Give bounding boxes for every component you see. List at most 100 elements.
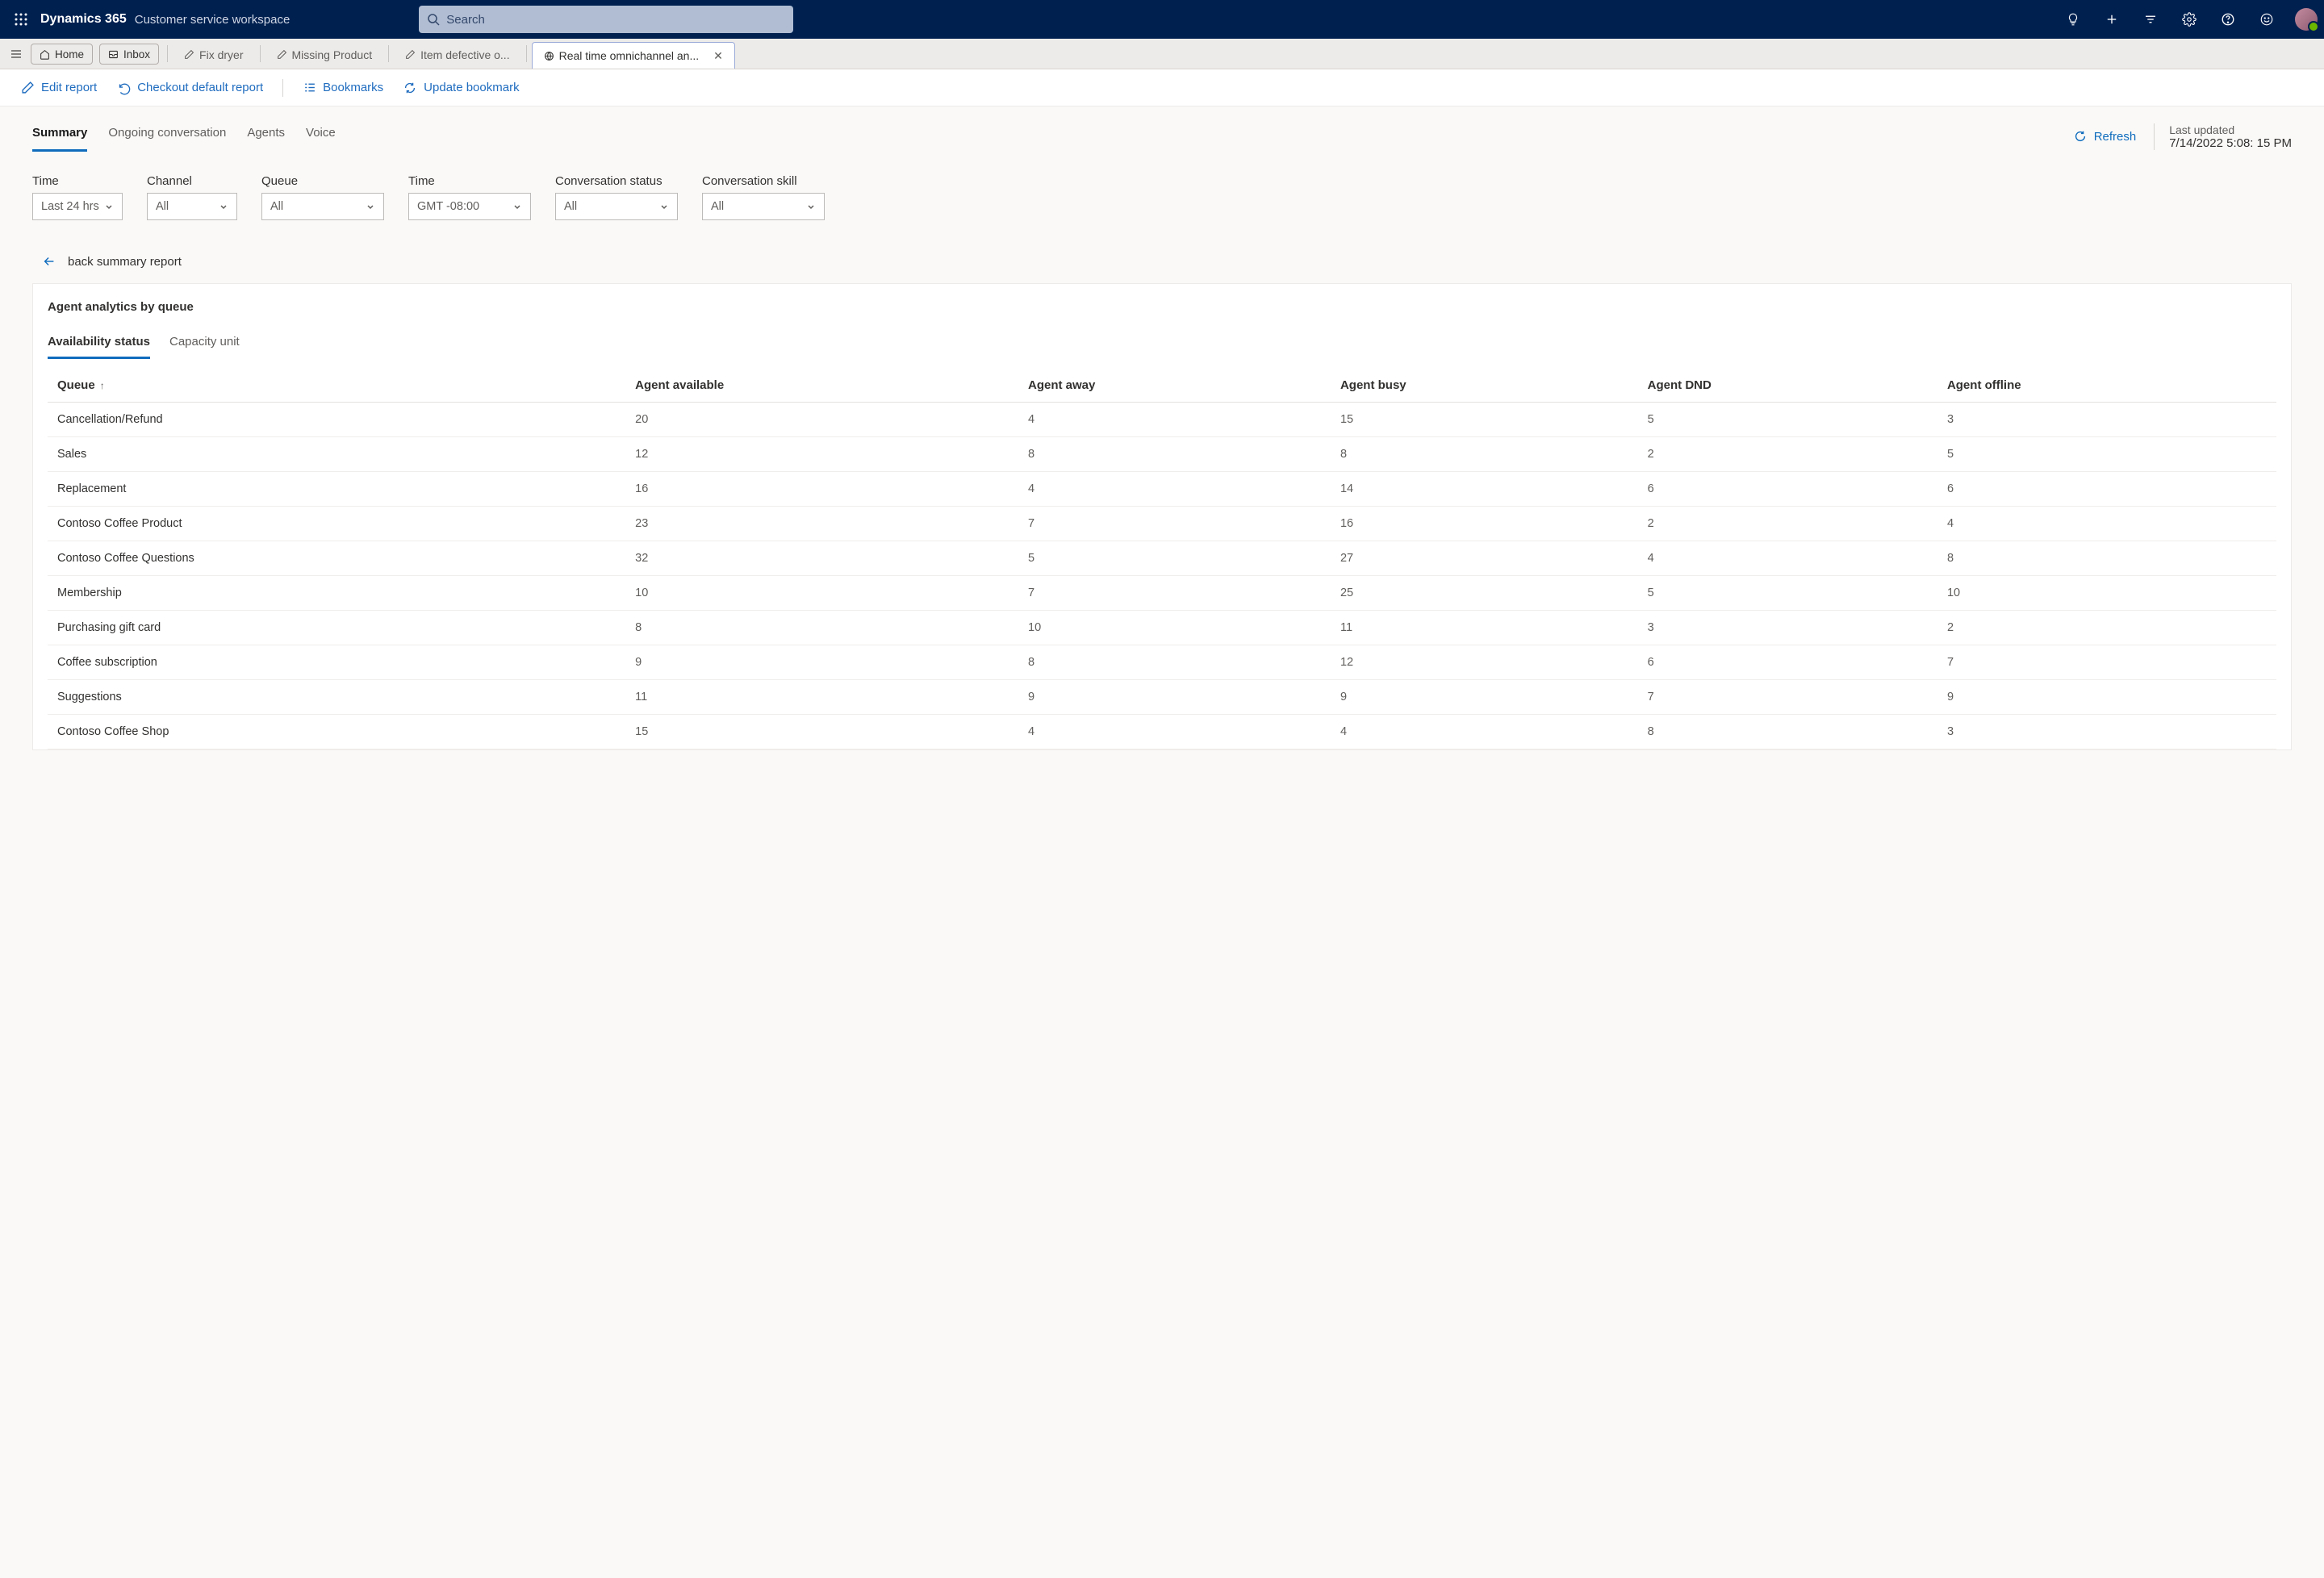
search-icon <box>427 13 440 26</box>
filter-select[interactable]: All <box>555 193 678 220</box>
filter-value: Last 24 hrs <box>41 200 99 213</box>
lightbulb-icon[interactable] <box>2058 4 2088 35</box>
update-bookmark-button[interactable]: Update bookmark <box>403 81 519 95</box>
home-icon <box>40 49 50 60</box>
tab-summary[interactable]: Summary <box>32 121 87 152</box>
plus-icon[interactable] <box>2096 4 2127 35</box>
filter-select[interactable]: All <box>147 193 237 220</box>
card-title: Agent analytics by queue <box>48 300 2276 314</box>
search-input[interactable] <box>446 13 785 27</box>
inbox-icon <box>108 49 119 60</box>
chevron-down-icon <box>659 202 669 211</box>
table-row: Replacement1641466 <box>48 472 2276 507</box>
filter-select[interactable]: All <box>261 193 384 220</box>
home-pill[interactable]: Home <box>31 44 93 65</box>
card-subtabs: Availability status Capacity unit <box>48 332 2276 359</box>
close-icon[interactable]: ✕ <box>713 49 723 63</box>
refresh-icon <box>2073 129 2088 144</box>
filter-value: All <box>270 200 283 213</box>
metric-cell: 9 <box>1020 680 1332 715</box>
agent-analytics-card: Agent analytics by queue Availability st… <box>32 283 2292 750</box>
metric-cell: 8 <box>1332 437 1640 472</box>
metric-cell: 4 <box>1020 403 1332 437</box>
edit-report-button[interactable]: Edit report <box>21 81 97 94</box>
metric-cell: 16 <box>627 472 1020 507</box>
tab-realtime-omnichannel[interactable]: Real time omnichannel an... ✕ <box>532 42 735 69</box>
filter-select[interactable]: GMT -08:00 <box>408 193 531 220</box>
metric-cell: 4 <box>1020 715 1332 749</box>
column-header[interactable]: Agent busy <box>1332 369 1640 403</box>
last-updated-label: Last updated <box>2169 123 2292 136</box>
back-summary-link[interactable]: back summary report <box>42 254 2292 269</box>
subtab-capacity-unit[interactable]: Capacity unit <box>169 332 240 359</box>
filter-value: GMT -08:00 <box>417 200 479 213</box>
table-row: Contoso Coffee Questions3252748 <box>48 541 2276 576</box>
filter-label: Channel <box>147 174 237 188</box>
filter-label: Conversation skill <box>702 174 825 188</box>
metric-cell: 6 <box>1640 472 1939 507</box>
filter-value: All <box>711 200 724 213</box>
filter-label: Time <box>408 174 531 188</box>
tab-label: Fix dryer <box>199 48 243 61</box>
subtab-availability-status[interactable]: Availability status <box>48 332 150 359</box>
tab-missing-product[interactable]: Missing Product <box>265 39 384 69</box>
metric-cell: 8 <box>1020 437 1332 472</box>
table-row: Contoso Coffee Product2371624 <box>48 507 2276 541</box>
emoji-icon[interactable] <box>2251 4 2282 35</box>
pencil-icon <box>405 49 416 60</box>
table-row: Sales128825 <box>48 437 2276 472</box>
hamburger-icon[interactable] <box>5 39 27 69</box>
app-launcher-icon[interactable] <box>6 5 36 34</box>
column-header[interactable]: Agent away <box>1020 369 1332 403</box>
queue-name-cell: Contoso Coffee Shop <box>48 715 627 749</box>
pencil-icon <box>21 81 35 94</box>
metric-cell: 8 <box>627 611 1020 645</box>
metric-cell: 4 <box>1939 507 2276 541</box>
session-tabstrip: Home Inbox Fix dryer Missing Product Ite… <box>0 39 2324 69</box>
inbox-label: Inbox <box>123 48 150 61</box>
tab-voice[interactable]: Voice <box>306 121 336 152</box>
global-search[interactable] <box>419 6 793 33</box>
metric-cell: 2 <box>1640 437 1939 472</box>
metric-cell: 7 <box>1939 645 2276 680</box>
metric-cell: 14 <box>1332 472 1640 507</box>
bookmarks-button[interactable]: Bookmarks <box>303 81 383 94</box>
tab-label: Missing Product <box>292 48 373 61</box>
filter-icon[interactable] <box>2135 4 2166 35</box>
refresh-button[interactable]: Refresh <box>2073 129 2137 144</box>
filter-queue: Queue All <box>261 174 384 220</box>
metric-cell: 9 <box>1332 680 1640 715</box>
metric-cell: 16 <box>1332 507 1640 541</box>
cmd-label: Edit report <box>41 81 97 94</box>
user-avatar[interactable] <box>2295 8 2318 31</box>
table-row: Membership10725510 <box>48 576 2276 611</box>
help-icon[interactable] <box>2213 4 2243 35</box>
navbar-actions <box>2058 4 2318 35</box>
tab-agents[interactable]: Agents <box>247 121 285 152</box>
metric-cell: 8 <box>1020 645 1332 680</box>
gear-icon[interactable] <box>2174 4 2205 35</box>
tab-item-defective[interactable]: Item defective o... <box>394 39 521 69</box>
metric-cell: 8 <box>1640 715 1939 749</box>
metric-cell: 3 <box>1939 403 2276 437</box>
metric-cell: 15 <box>627 715 1020 749</box>
tab-ongoing-conversation[interactable]: Ongoing conversation <box>108 121 226 152</box>
column-header[interactable]: Agent offline <box>1939 369 2276 403</box>
filter-select[interactable]: Last 24 hrs <box>32 193 123 220</box>
checkout-report-button[interactable]: Checkout default report <box>116 81 263 95</box>
queue-name-cell: Contoso Coffee Product <box>48 507 627 541</box>
filter-time: Time Last 24 hrs <box>32 174 123 220</box>
filter-select[interactable]: All <box>702 193 825 220</box>
queue-name-cell: Replacement <box>48 472 627 507</box>
column-header[interactable]: Agent DND <box>1640 369 1939 403</box>
column-header[interactable]: Agent available <box>627 369 1020 403</box>
metric-cell: 23 <box>627 507 1020 541</box>
pencil-icon <box>277 49 287 60</box>
column-header[interactable]: Queue↑ <box>48 369 627 403</box>
report-tabs: Summary Ongoing conversation Agents Voic… <box>32 121 2292 152</box>
inbox-pill[interactable]: Inbox <box>99 44 159 65</box>
metric-cell: 15 <box>1332 403 1640 437</box>
queue-name-cell: Membership <box>48 576 627 611</box>
tab-fix-dryer[interactable]: Fix dryer <box>173 39 254 69</box>
cmd-label: Update bookmark <box>424 81 519 94</box>
